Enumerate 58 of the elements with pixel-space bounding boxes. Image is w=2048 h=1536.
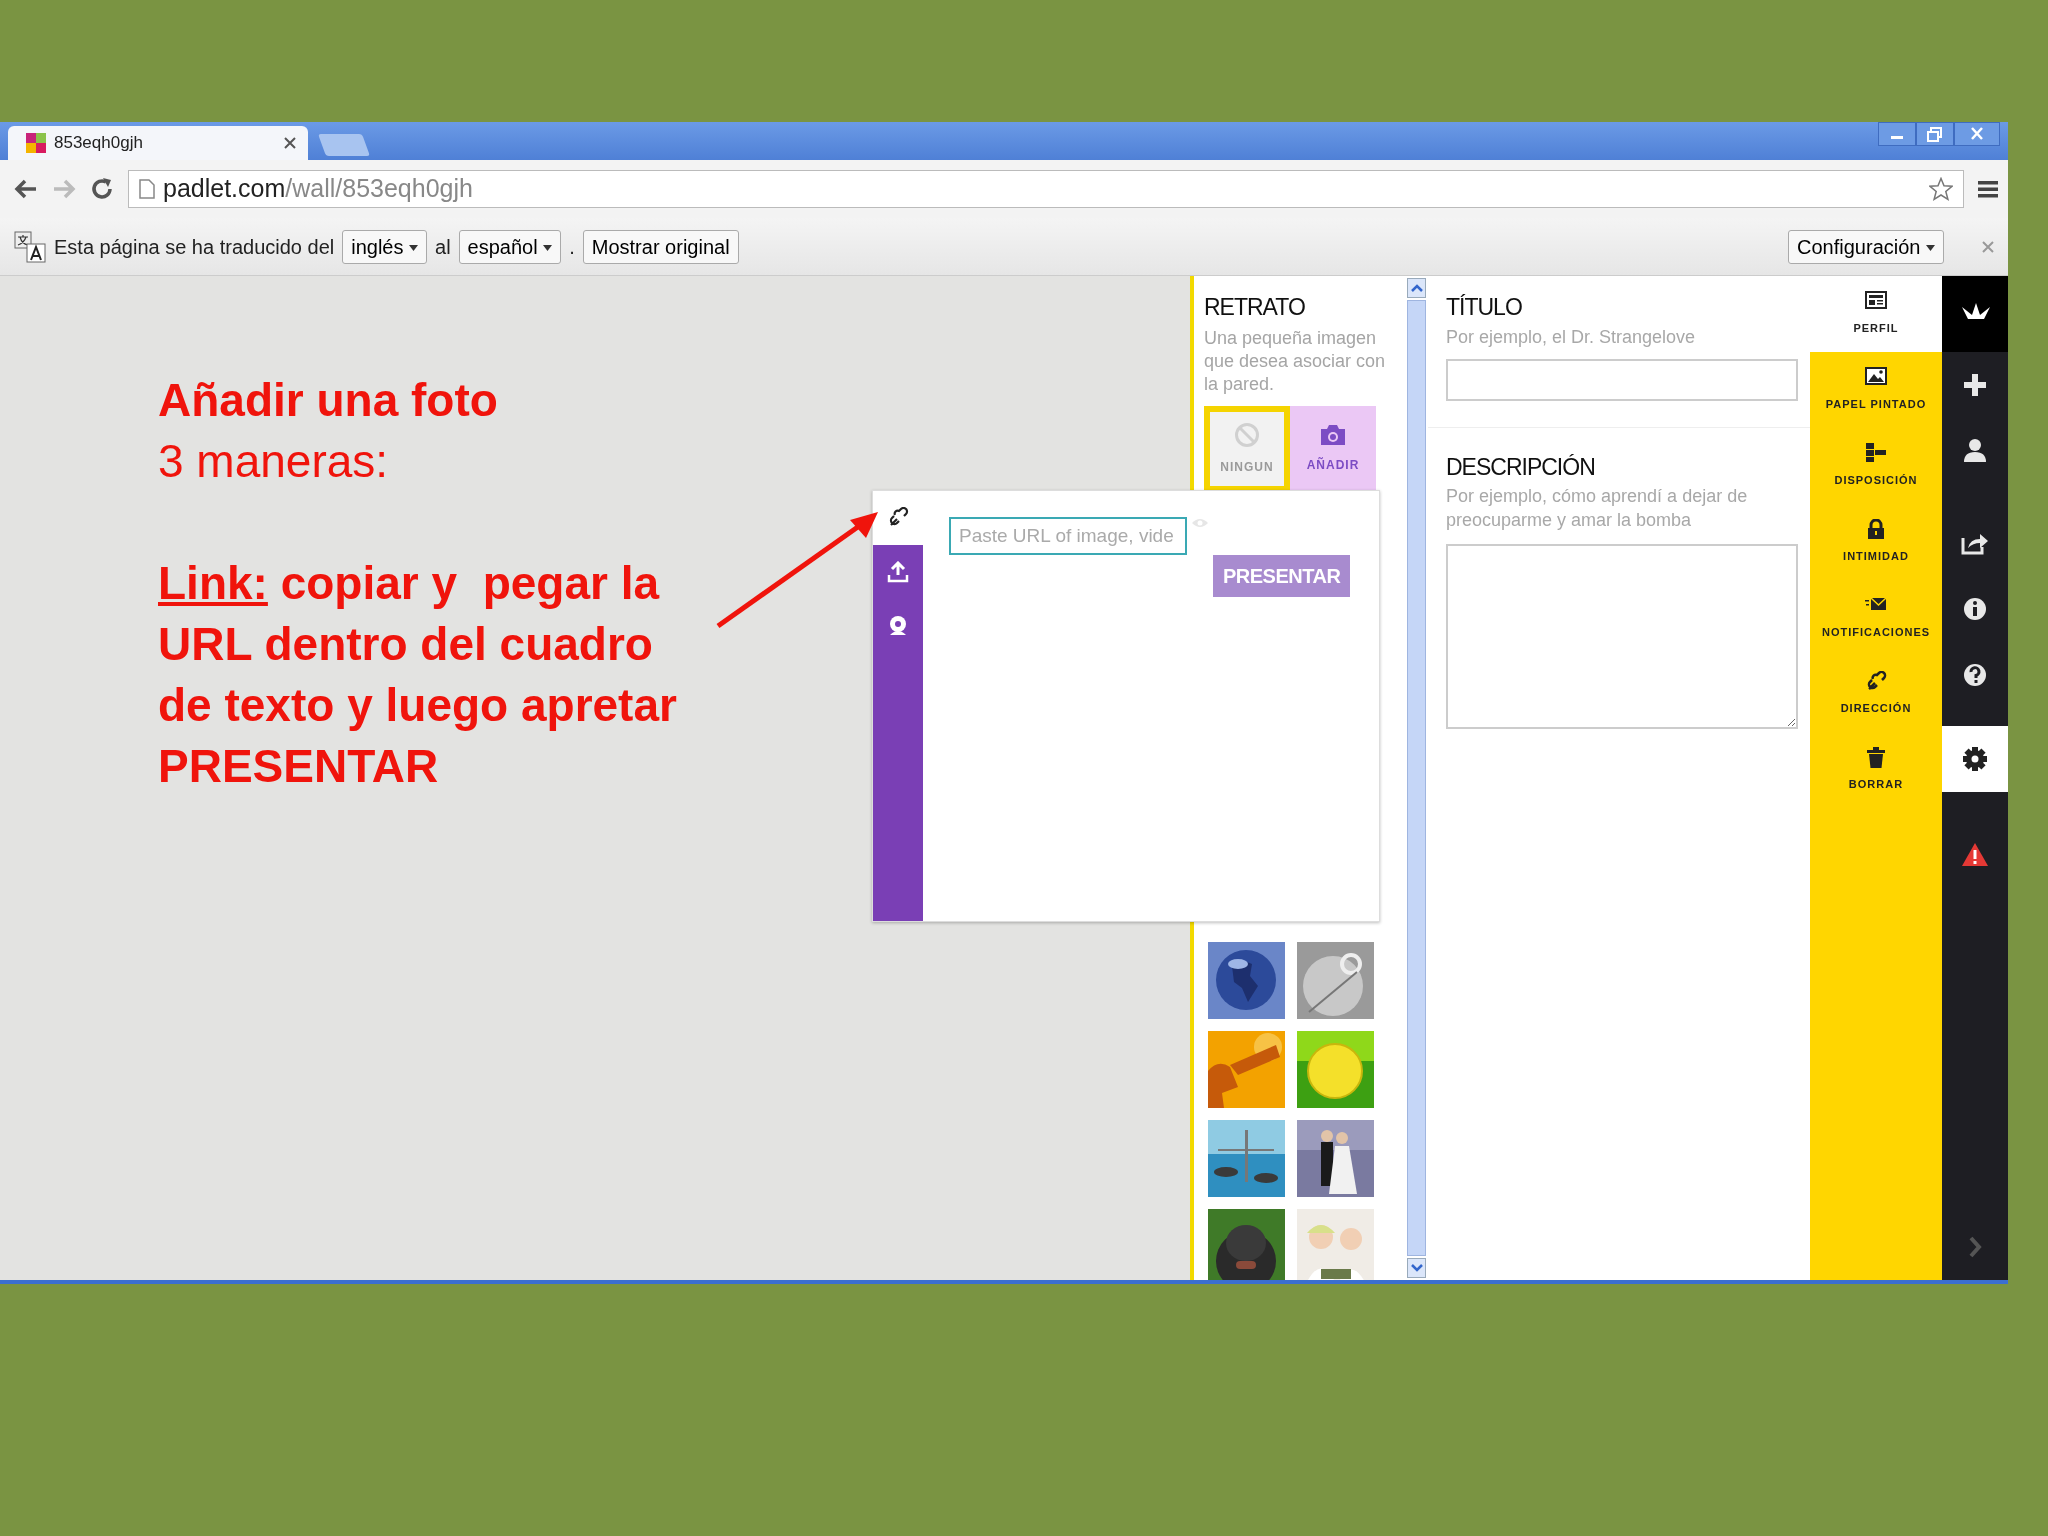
scroll-down-icon[interactable] [1410, 1264, 1423, 1272]
field-hint: Por ejemplo, cómo aprendí a dejar de preocuparme y amar la bomba [1446, 485, 1749, 532]
translate-icon [14, 230, 46, 263]
webcam-icon [887, 615, 909, 637]
browser-tab[interactable]: 853eqh0gjh [8, 126, 308, 160]
restore-icon[interactable] [1916, 122, 1954, 146]
menu-icon[interactable] [1978, 179, 1998, 199]
layout-icon [1865, 443, 1887, 465]
back-arrow-icon[interactable] [14, 179, 38, 199]
settings-icon[interactable] [1960, 744, 1990, 774]
caret-icon [1926, 245, 1935, 252]
scroll-up-icon[interactable] [1410, 284, 1423, 292]
field-hint: Por ejemplo, el Dr. Strangelove [1446, 325, 1697, 349]
dialog-tab[interactable] [873, 545, 923, 599]
translation-message: Esta página se ha traducido del [54, 234, 335, 260]
slide-subheading: 3 maneras: [158, 434, 389, 489]
menu-item[interactable]: NOTIFICACIONES [1810, 580, 1942, 656]
caret-icon [409, 245, 418, 252]
close-icon[interactable] [1954, 122, 2000, 146]
lock-icon [1865, 519, 1887, 541]
section-hint: Una pequeña imagen que desea asociar con la pared. [1204, 326, 1387, 396]
padlet-logo-icon [26, 133, 46, 153]
menu-item[interactable]: DIRECCIÓN [1810, 656, 1942, 732]
language-dropdown[interactable]: inglés [342, 229, 427, 264]
no-symbol-icon [1234, 421, 1260, 448]
title-input-field[interactable] [1446, 358, 1798, 401]
menu-item[interactable]: INTIMIDAD [1810, 504, 1942, 580]
period-text: . [569, 234, 575, 260]
scrollbar[interactable] [1405, 276, 1428, 1280]
menu-item[interactable]: DISPOSICIÓN [1810, 428, 1942, 504]
field-label: DESCRIPCIÓN [1446, 452, 1596, 482]
close-icon[interactable] [284, 137, 296, 149]
menu-item[interactable]: PAPEL PINTADO [1810, 352, 1942, 428]
url-text: padlet.com/wall/853eqh0gjh [163, 173, 473, 205]
description-input-field[interactable] [1446, 544, 1798, 729]
field-label: TÍTULO [1446, 293, 1523, 322]
star-icon[interactable] [1929, 177, 1953, 201]
slide-instructions: Link: copiar y pegar la URL dentro del cuadro de texto y luego apretar PRESENTAR [158, 556, 677, 794]
url-input-field[interactable]: Paste URL of image, vide [949, 517, 1187, 555]
menu-item[interactable]: BORRAR [1810, 732, 1942, 808]
camera-icon [1320, 423, 1346, 446]
settings-dropdown[interactable]: Configuración [1788, 229, 1944, 264]
section-heading: RETRATO [1204, 293, 1306, 322]
slide-heading: Añadir una foto [158, 373, 498, 428]
show-original-button[interactable]: Mostrar original [582, 229, 739, 264]
tab-title: 853eqh0gjh [54, 132, 144, 155]
minimize-icon[interactable] [1878, 122, 1916, 146]
connector-text: al [435, 234, 451, 260]
caret-icon [543, 245, 553, 252]
trash-icon [1865, 747, 1887, 769]
menu-item[interactable]: PERFIL [1810, 276, 1942, 352]
upload-icon [887, 561, 909, 583]
page-icon [139, 179, 155, 199]
dialog-tab[interactable] [873, 491, 923, 545]
language-dropdown[interactable]: español [458, 229, 562, 264]
address-bar[interactable]: padlet.com/wall/853eqh0gjh [128, 170, 1964, 208]
reload-icon[interactable] [90, 177, 114, 201]
add-option[interactable]: AÑADIR [1290, 405, 1376, 492]
